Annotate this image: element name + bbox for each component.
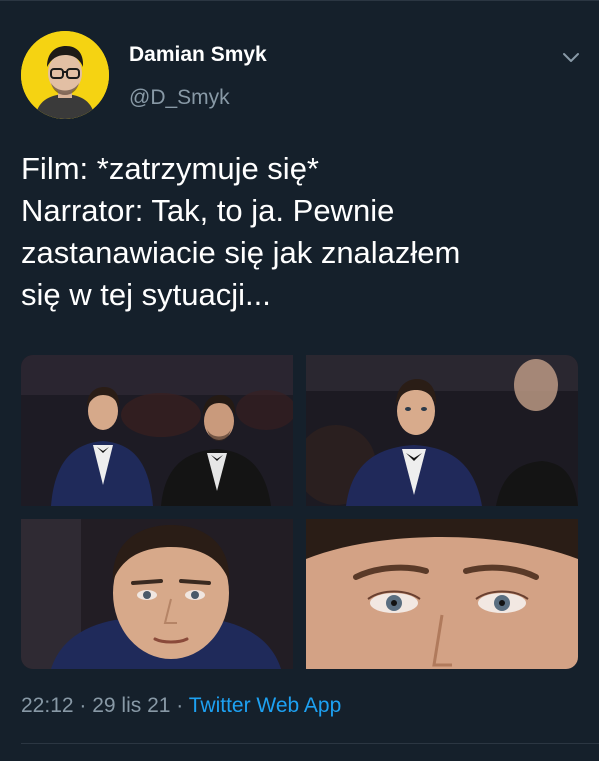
meta-separator: · bbox=[170, 694, 189, 717]
media-photo-1[interactable] bbox=[21, 355, 293, 506]
tweet-text-line: zastanawiacie się jak znalazłem bbox=[21, 235, 461, 270]
top-divider bbox=[0, 0, 599, 1]
media-photo-2[interactable] bbox=[306, 355, 578, 506]
bottom-divider bbox=[21, 743, 599, 744]
tweet-text-line: się w tej sytuacji... bbox=[21, 277, 271, 312]
avatar-portrait-image bbox=[21, 31, 109, 119]
tweet-time[interactable]: 22:12 bbox=[21, 694, 74, 717]
chevron-down-icon[interactable] bbox=[560, 46, 582, 68]
meta-separator: · bbox=[73, 694, 93, 717]
media-photo-3[interactable] bbox=[21, 519, 293, 669]
media-grid bbox=[21, 355, 578, 669]
avatar[interactable] bbox=[21, 31, 109, 119]
author-display-name[interactable]: Damian Smyk bbox=[129, 43, 267, 67]
tweet-text-line: Film: *zatrzymuje się* bbox=[21, 151, 319, 186]
media-photo-4[interactable] bbox=[306, 519, 578, 669]
tweet-date[interactable]: 29 lis 21 bbox=[92, 694, 170, 717]
tweet-meta: 22:12 · 29 lis 21 · Twitter Web App bbox=[21, 694, 341, 718]
author-handle[interactable]: @D_Smyk bbox=[129, 86, 230, 110]
tweet-text: Film: *zatrzymuje się* Narrator: Tak, to… bbox=[21, 148, 581, 316]
tweet-text-line: Narrator: Tak, to ja. Pewnie bbox=[21, 193, 395, 228]
tweet-source-link[interactable]: Twitter Web App bbox=[189, 694, 342, 717]
